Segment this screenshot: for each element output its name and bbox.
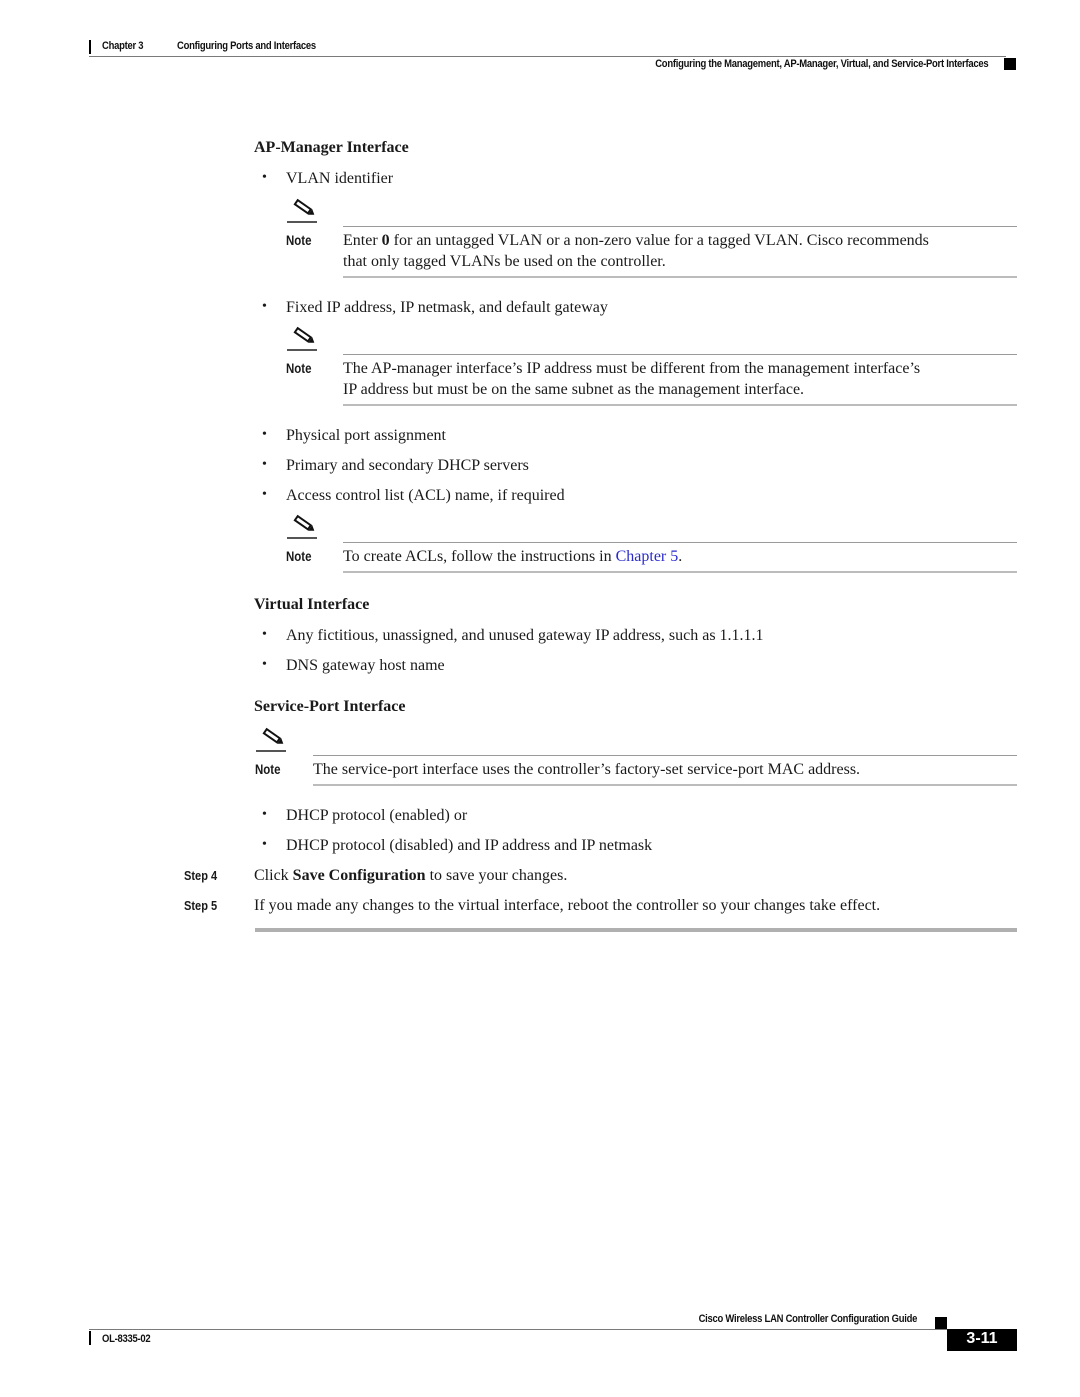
header-right-block — [1004, 58, 1016, 70]
bullet-dns-host: DNS gateway host name — [286, 657, 445, 674]
bullet-glyph: • — [262, 627, 267, 642]
bullet-fixed-ip: Fixed IP address, IP netmask, and defaul… — [286, 299, 608, 316]
header-left-bar — [89, 40, 91, 54]
note-top-rule — [343, 226, 1017, 227]
step-text: Click — [254, 867, 293, 884]
chapter-5-link[interactable]: Chapter 5 — [616, 548, 679, 565]
footer-guide-title: Cisco Wireless LAN Controller Configurat… — [698, 1313, 917, 1325]
note-bottom-rule — [343, 276, 1017, 278]
note-label: Note — [286, 232, 312, 248]
header-chapter-title: Configuring Ports and Interfaces — [177, 40, 316, 52]
footer-left-bar — [89, 1331, 91, 1345]
footer-right-block — [935, 1317, 947, 1329]
note-bottom-rule — [343, 571, 1017, 573]
note-pencil-icon — [287, 514, 317, 539]
bullet-vlan-identifier: VLAN identifier — [286, 170, 394, 187]
bullet-glyph: • — [262, 427, 267, 442]
bullet-acl-name: Access control list (ACL) name, if requi… — [286, 487, 565, 504]
note-text: for an untagged VLAN or a non-zero value… — [389, 232, 929, 249]
footer-doc-number: OL-8335-02 — [102, 1333, 151, 1345]
note-bottom-rule — [343, 404, 1017, 406]
bullet-glyph: • — [262, 807, 267, 822]
footer-rule — [89, 1329, 947, 1330]
bullet-dhcp-enabled: DHCP protocol (enabled) or — [286, 807, 468, 824]
bullet-dhcp-servers: Primary and secondary DHCP servers — [286, 457, 529, 474]
section-heading-ap-manager: AP-Manager Interface — [254, 139, 409, 156]
note-ap-manager-ip-line1: The AP-manager interface’s IP address mu… — [343, 360, 921, 377]
section-heading-service-port: Service-Port Interface — [254, 698, 406, 715]
bullet-glyph: • — [262, 457, 267, 472]
note-pencil-icon — [256, 727, 286, 752]
step-4-label: Step 4 — [184, 868, 218, 883]
header-section-title: Configuring the Management, AP-Manager, … — [654, 58, 988, 70]
section-heading-virtual: Virtual Interface — [254, 596, 370, 613]
note-pencil-icon — [287, 198, 317, 223]
note-top-rule — [343, 354, 1017, 355]
note-vlan-text-line1: Enter 0 for an untagged VLAN or a non-ze… — [343, 230, 929, 251]
bullet-fictitious-ip: Any fictitious, unassigned, and unused g… — [286, 627, 764, 644]
bullet-glyph: • — [262, 657, 267, 672]
bullet-glyph: • — [262, 837, 267, 852]
step-5-label: Step 5 — [184, 898, 218, 913]
note-text: . — [678, 548, 683, 565]
save-configuration-label: Save Configuration — [292, 867, 426, 884]
note-label: Note — [286, 360, 312, 376]
note-top-rule — [313, 755, 1017, 756]
page-number: 3-11 — [947, 1329, 1017, 1351]
bullet-glyph: • — [262, 487, 267, 502]
step-text: to save your changes. — [425, 867, 568, 884]
bullet-dhcp-disabled: DHCP protocol (disabled) and IP address … — [286, 837, 653, 854]
header-chapter: Chapter 3 — [102, 40, 144, 52]
step-5-text: If you made any changes to the virtual i… — [254, 897, 881, 914]
bullet-glyph: • — [262, 299, 267, 314]
note-vlan-text-line2: that only tagged VLANs be used on the co… — [343, 253, 666, 270]
note-pencil-icon — [287, 326, 317, 351]
procedure-end-rule — [255, 928, 1017, 932]
note-top-rule — [343, 542, 1017, 543]
note-bold-zero: 0 — [381, 232, 390, 249]
note-label: Note — [255, 761, 281, 777]
note-acl-text: To create ACLs, follow the instructions … — [343, 546, 682, 567]
bullet-physical-port: Physical port assignment — [286, 427, 446, 444]
note-bottom-rule — [313, 784, 1017, 786]
note-service-port-text: The service-port interface uses the cont… — [313, 761, 861, 778]
bullet-glyph: • — [262, 170, 267, 185]
note-label: Note — [286, 548, 312, 564]
header-rule — [89, 56, 1006, 57]
note-ap-manager-ip-line2: IP address but must be on the same subne… — [343, 381, 805, 398]
step-4-text: Click Save Configuration to save your ch… — [254, 865, 567, 886]
note-text: Enter — [343, 232, 382, 249]
note-text: To create ACLs, follow the instructions … — [343, 548, 616, 565]
